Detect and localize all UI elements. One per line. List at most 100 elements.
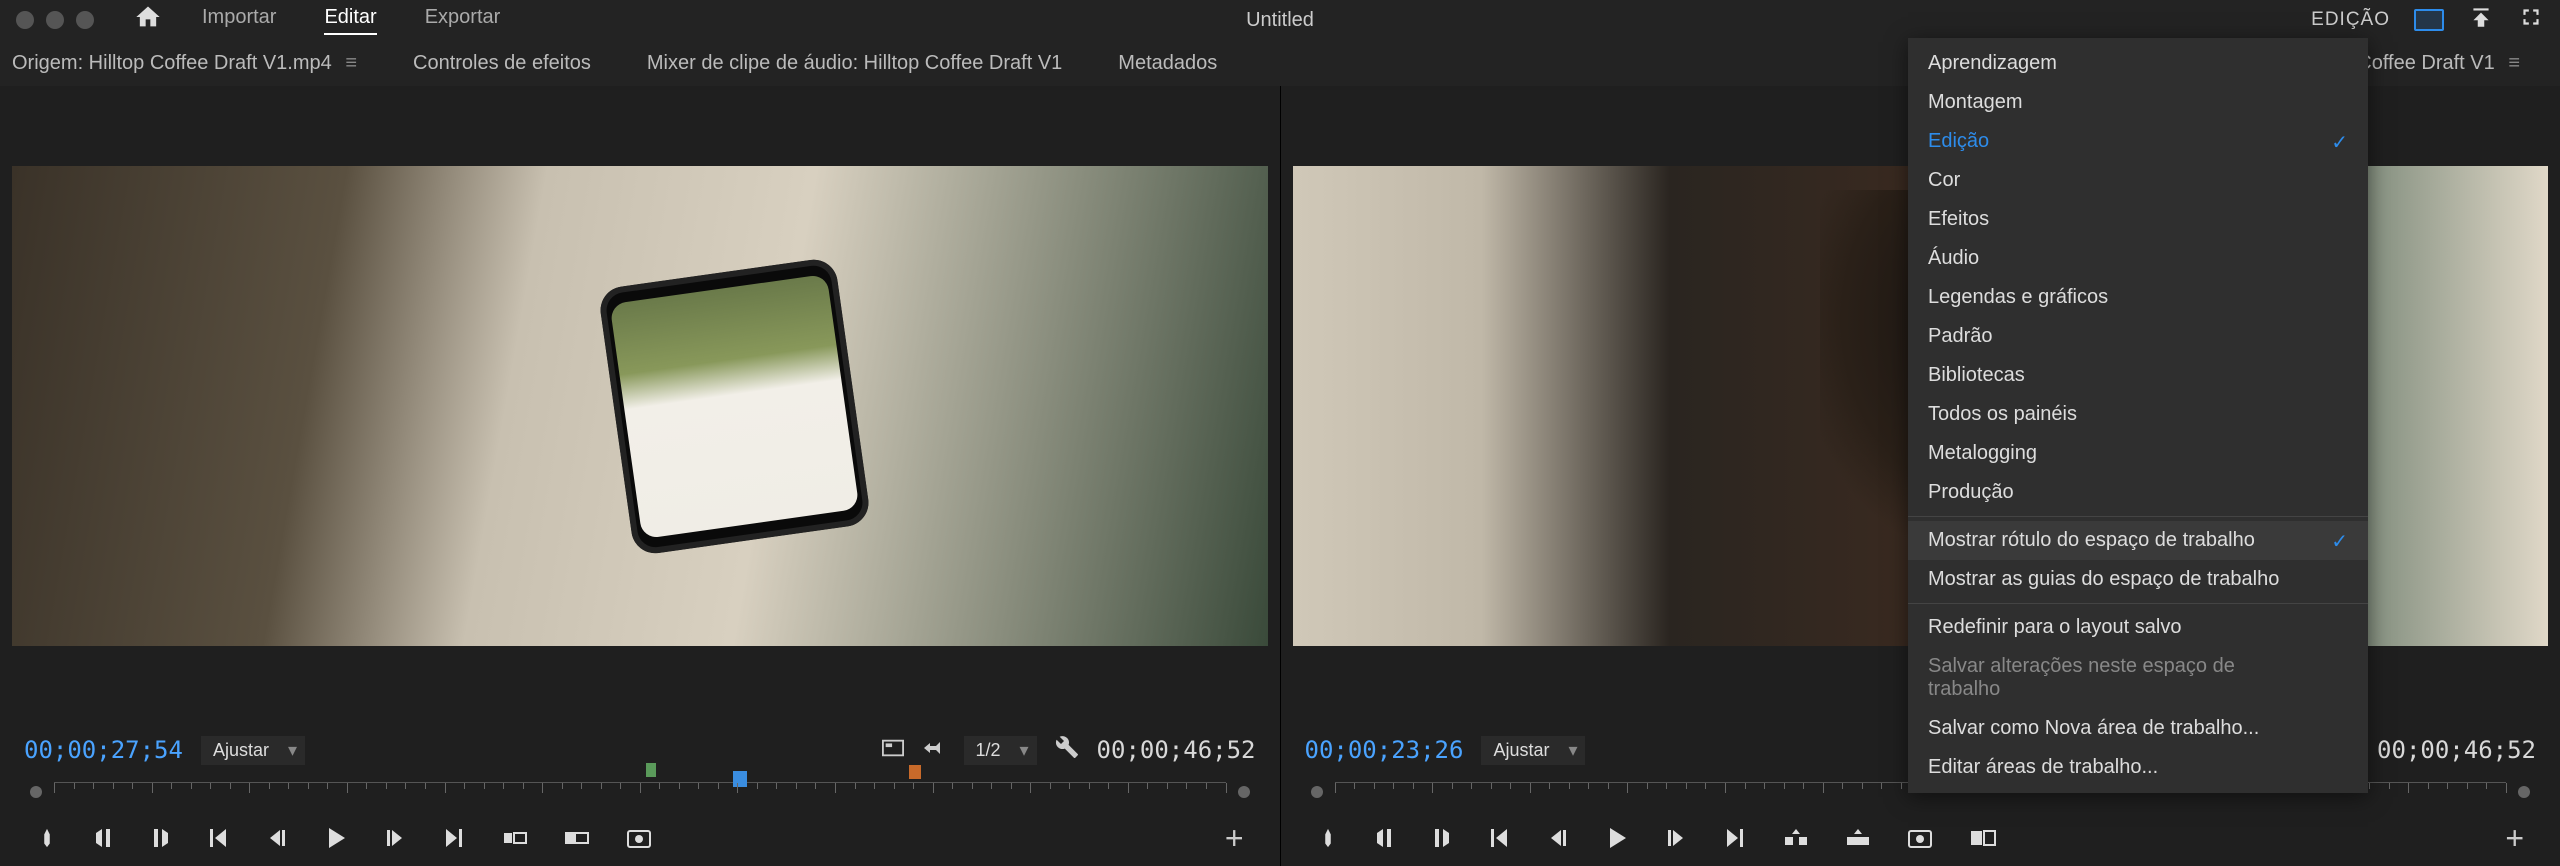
ws-learning[interactable]: Aprendizagem (1908, 44, 2368, 83)
close-window[interactable] (16, 11, 34, 29)
check-icon: ✓ (2331, 130, 2348, 155)
mark-in-button[interactable] (94, 827, 114, 849)
quick-export-icon[interactable] (2468, 4, 2494, 36)
source-duration: 00;00;46;52 (1097, 736, 1256, 764)
tab-source-label: Origem: Hilltop Coffee Draft V1.mp4 (12, 52, 332, 74)
workspace-menu: Aprendizagem Montagem Edição ✓ Cor Efeit… (1908, 38, 2368, 793)
document-title: Untitled (1246, 9, 1314, 32)
workspace-label[interactable]: EDIÇÃO (2311, 9, 2390, 31)
tab-source[interactable]: Origem: Hilltop Coffee Draft V1.mp4 ≡ (12, 52, 385, 75)
step-back-button[interactable] (1547, 827, 1569, 849)
menu-separator (1908, 516, 2368, 517)
play-button[interactable] (324, 825, 348, 851)
lift-button[interactable] (1783, 827, 1809, 849)
tab-effect-controls[interactable]: Controles de efeitos (385, 52, 619, 75)
ws-metalogging[interactable]: Metalogging (1908, 434, 2368, 473)
nav-import[interactable]: Importar (202, 6, 276, 35)
source-ruler[interactable] (12, 774, 1268, 810)
source-controls-row: 00;00;27;54 Ajustar 1/2 00;00;46;52 (12, 726, 1268, 774)
ws-libraries[interactable]: Bibliotecas (1908, 356, 2368, 395)
nav-export[interactable]: Exportar (425, 6, 501, 35)
check-icon: ✓ (2331, 529, 2348, 554)
source-overlay-icon[interactable] (882, 739, 904, 762)
workspace-menu-icon[interactable] (2414, 9, 2444, 31)
source-timecode[interactable]: 00;00;27;54 (24, 736, 183, 764)
source-settings-icon[interactable] (1055, 735, 1079, 765)
topbar-right: EDIÇÃO (2311, 4, 2544, 36)
tab-program-menu-icon[interactable]: ≡ (2508, 52, 2520, 74)
overwrite-button[interactable] (564, 827, 590, 849)
in-marker[interactable] (646, 763, 656, 777)
top-nav: Importar Editar Exportar (202, 6, 500, 35)
mark-out-button[interactable] (150, 827, 170, 849)
program-zoom-select[interactable]: Ajustar (1481, 736, 1585, 765)
ws-show-label[interactable]: Mostrar rótulo do espaço de trabalho ✓ (1908, 521, 2368, 560)
ws-edit[interactable]: Editar áreas de trabalho... (1908, 748, 2368, 787)
comparison-view-button[interactable] (1969, 827, 1997, 849)
go-to-in-button[interactable] (206, 827, 230, 849)
source-resolution-select[interactable]: 1/2 (964, 736, 1037, 765)
home-icon[interactable] (134, 3, 162, 37)
ws-save-changes: Salvar alterações neste espaço de trabal… (1908, 647, 2368, 709)
ruler-end-dot (1238, 786, 1250, 798)
source-preview[interactable] (12, 86, 1268, 726)
phone-screen (609, 274, 858, 539)
tab-audio-mixer[interactable]: Mixer de clipe de áudio: Hilltop Coffee … (619, 52, 1090, 75)
ws-save-as[interactable]: Salvar como Nova área de trabalho... (1908, 709, 2368, 748)
ws-all-panels[interactable]: Todos os painéis (1908, 395, 2368, 434)
ruler-end-dot (2518, 786, 2530, 798)
menu-separator (1908, 603, 2368, 604)
ws-editing[interactable]: Edição ✓ (1908, 122, 2368, 161)
ruler-start-dot (1311, 786, 1323, 798)
go-to-in-button[interactable] (1487, 827, 1511, 849)
source-zoom-select[interactable]: Ajustar (201, 736, 305, 765)
source-monitor-panel: 00;00;27;54 Ajustar 1/2 00;00;46;52 (0, 86, 1280, 866)
ws-editing-label: Edição (1928, 130, 1989, 152)
source-video-frame (12, 166, 1268, 646)
tab-metadata[interactable]: Metadados (1090, 52, 1245, 75)
ws-default[interactable]: Padrão (1908, 317, 2368, 356)
extract-button[interactable] (1845, 827, 1871, 849)
ws-audio[interactable]: Áudio (1908, 239, 2368, 278)
mark-in-button[interactable] (1375, 827, 1395, 849)
maximize-window[interactable] (76, 11, 94, 29)
tab-source-menu-icon[interactable]: ≡ (345, 52, 357, 74)
window-controls (16, 11, 94, 29)
button-editor-add[interactable]: + (1225, 820, 1244, 857)
source-drag-video-icon[interactable] (922, 739, 946, 762)
export-frame-button[interactable] (626, 827, 652, 849)
mark-out-button[interactable] (1431, 827, 1451, 849)
source-playhead[interactable] (733, 771, 747, 787)
ws-reset[interactable]: Redefinir para o layout salvo (1908, 608, 2368, 647)
program-timecode[interactable]: 00;00;23;26 (1305, 736, 1464, 764)
nav-edit[interactable]: Editar (324, 6, 376, 35)
ws-show-label-text: Mostrar rótulo do espaço de trabalho (1928, 529, 2255, 551)
go-to-out-button[interactable] (442, 827, 466, 849)
phone-prop (597, 256, 871, 555)
fullscreen-icon[interactable] (2518, 4, 2544, 36)
ws-assembly[interactable]: Montagem (1908, 83, 2368, 122)
source-ruler-track[interactable] (54, 782, 1226, 802)
ws-effects[interactable]: Efeitos (1908, 200, 2368, 239)
export-frame-button[interactable] (1907, 827, 1933, 849)
minimize-window[interactable] (46, 11, 64, 29)
ws-show-tabs[interactable]: Mostrar as guias do espaço de trabalho (1908, 560, 2368, 599)
source-transport: + (12, 810, 1268, 866)
play-button[interactable] (1605, 825, 1629, 851)
go-to-out-button[interactable] (1723, 827, 1747, 849)
ruler-start-dot (30, 786, 42, 798)
insert-button[interactable] (502, 827, 528, 849)
program-transport: + (1293, 810, 2549, 866)
ws-color[interactable]: Cor (1908, 161, 2368, 200)
ws-production[interactable]: Produção (1908, 473, 2368, 512)
add-marker-button[interactable] (36, 827, 58, 849)
ws-captions[interactable]: Legendas e gráficos (1908, 278, 2368, 317)
button-editor-add[interactable]: + (2505, 820, 2524, 857)
step-back-button[interactable] (266, 827, 288, 849)
add-marker-button[interactable] (1317, 827, 1339, 849)
out-marker[interactable] (909, 765, 921, 779)
app-topbar: Importar Editar Exportar Untitled EDIÇÃO (0, 0, 2560, 40)
step-forward-button[interactable] (1665, 827, 1687, 849)
step-forward-button[interactable] (384, 827, 406, 849)
program-duration: 00;00;46;52 (2377, 736, 2536, 764)
